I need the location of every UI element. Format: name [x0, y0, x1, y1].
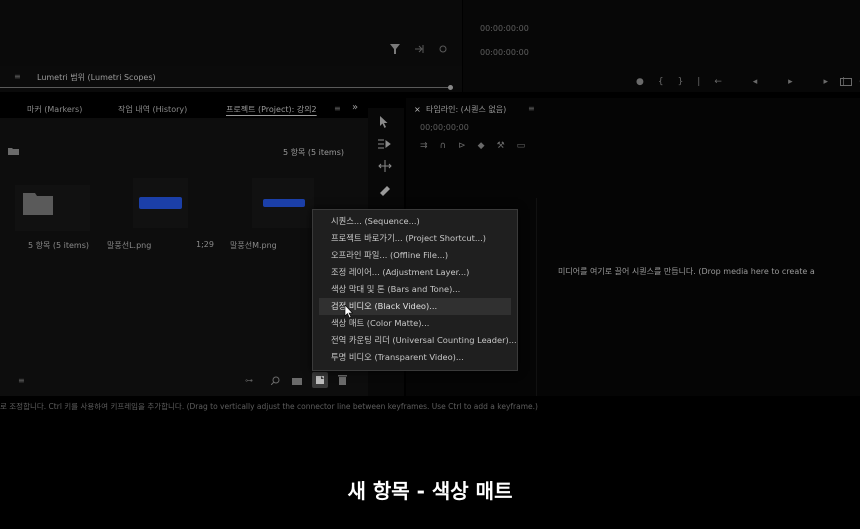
close-icon[interactable]: × [414, 105, 421, 114]
panel-menu-icon[interactable]: ≡ [334, 104, 341, 113]
razor-icon[interactable] [378, 184, 392, 196]
new-item-context-menu: 시퀀스... (Sequence...) 프로젝트 바로가기... (Proje… [312, 209, 518, 371]
folder-icon [8, 147, 19, 155]
thumbnail-label: 5 항목 (5 items) [28, 241, 90, 250]
panel-menu-icon[interactable]: ≡ [528, 104, 535, 113]
menu-item-offline-file[interactable]: 오프라인 파일... (Offline File...) [319, 247, 511, 264]
mouse-cursor-icon [344, 305, 354, 319]
menu-item-sequence[interactable]: 시퀀스... (Sequence...) [319, 213, 511, 230]
image-thumbnail-m[interactable] [252, 178, 314, 228]
track-select-icon[interactable] [378, 138, 392, 150]
export-icon[interactable] [414, 44, 424, 54]
timeline-title[interactable]: 타임라인: (시퀀스 없음) [426, 104, 506, 115]
menu-item-bars-and-tone[interactable]: 색상 막대 및 톤 (Bars and Tone)... [319, 281, 511, 298]
new-item-icon [316, 376, 324, 384]
new-bin-icon[interactable] [292, 377, 302, 385]
sort-icon[interactable]: ⊶ [245, 376, 253, 385]
more-tabs-icon[interactable]: » [352, 102, 358, 113]
program-monitor-panel: 00:00:00:00 00:00:00:00 ●{}|← ◂ ▸ ▸|→| [463, 0, 860, 92]
lumetri-scopes-tabbar: ≡ Lumetri 범위 (Lumetri Scopes) [0, 66, 462, 90]
button-editor-icon[interactable] [840, 78, 852, 86]
tab-history[interactable]: 작업 내역 (History) [118, 104, 187, 115]
tab-lumetri-scopes[interactable]: Lumetri 범위 (Lumetri Scopes) [37, 72, 156, 83]
hamburger-icon[interactable]: ≡ [14, 72, 21, 81]
selection-tool-icon[interactable] [379, 116, 389, 128]
timecode-display: 00:00:00:00 [480, 24, 529, 33]
image-thumbnail-l[interactable] [133, 178, 188, 228]
list-view-icon[interactable]: ≡ [18, 376, 25, 385]
funnel-icon[interactable] [390, 44, 400, 54]
thumbnail-label: 말풍선L.png [107, 241, 152, 250]
item-count: 5 항목 (5 items) [283, 148, 345, 157]
tab-markers[interactable]: 마커 (Markers) [27, 104, 82, 115]
thumbnail-label: 말풍선M.png [230, 241, 277, 250]
clip-duration: 1;29 [196, 240, 214, 249]
menu-item-adjustment-layer[interactable]: 조정 레이어... (Adjustment Layer...) [319, 264, 511, 281]
search-icon[interactable] [271, 376, 280, 385]
status-bar: 로 조정합니다. Ctrl 키를 사용하여 키프레임을 추가합니다. (Drag… [0, 402, 538, 411]
menu-item-universal-counting-leader[interactable]: 전역 카운팅 리더 (Universal Counting Leader)... [319, 332, 517, 349]
new-item-button[interactable] [312, 372, 328, 388]
menu-item-transparent-video[interactable]: 투명 비디오 (Transparent Video)... [319, 349, 511, 366]
drop-media-hint: 미디어를 여기로 끌어 시퀀스를 만듭니다. (Drop media here … [558, 267, 815, 276]
menu-item-project-shortcut[interactable]: 프로젝트 바로가기... (Project Shortcut...) [319, 230, 511, 247]
trash-icon[interactable] [338, 375, 347, 385]
transport-controls[interactable]: ●{}|← ◂ ▸ ▸|→| [636, 77, 860, 87]
scroll-track[interactable] [0, 87, 452, 88]
ripple-edit-icon[interactable] [378, 160, 392, 172]
tab-project[interactable]: 프로젝트 (Project): 강의2 [226, 104, 317, 115]
timeline-timecode: 00;00;00;00 [420, 123, 469, 132]
bin-thumbnail[interactable] [15, 185, 90, 231]
wrench-icon[interactable] [438, 44, 448, 54]
timeline-tools[interactable]: ⇉∩⊳◆⚒▭ [420, 141, 537, 151]
scroll-handle[interactable] [448, 85, 453, 90]
timecode-display-secondary: 00:00:00:00 [480, 48, 529, 57]
tutorial-caption: 새 항목 - 색상 매트 [347, 479, 513, 503]
